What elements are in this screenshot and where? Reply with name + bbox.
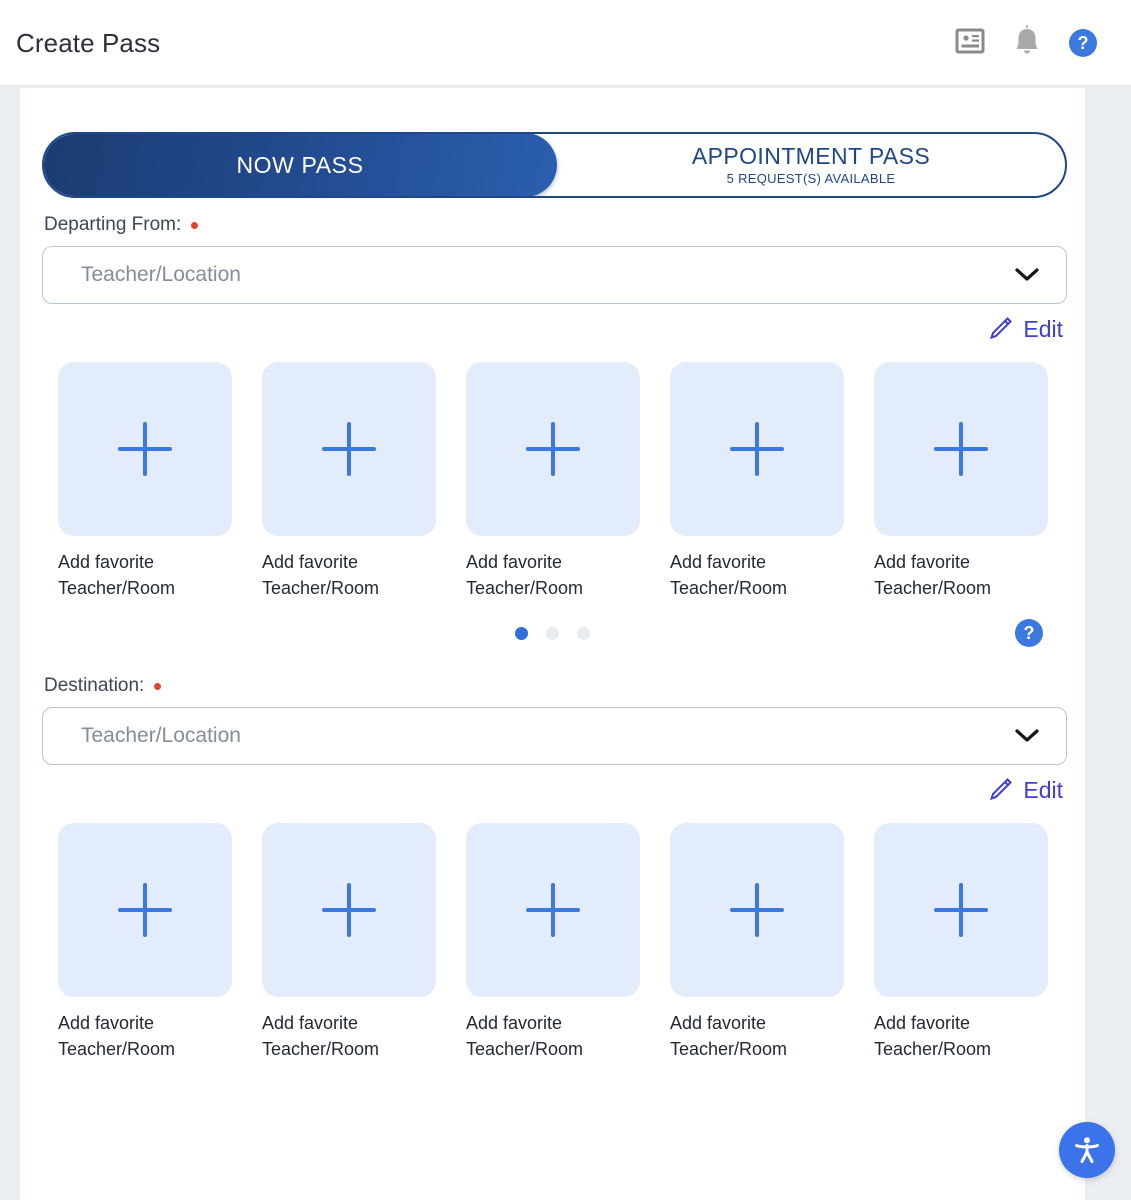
favorite-caption: Add favorite Teacher/Room — [466, 1013, 584, 1060]
chevron-down-icon — [1014, 728, 1040, 744]
favorite-caption: Add favorite Teacher/Room — [58, 552, 176, 599]
bell-icon — [1013, 24, 1041, 61]
favorite-slot: Add favorite Teacher/Room — [58, 362, 232, 601]
departing-from-label-row: Departing From: — [42, 214, 1063, 236]
favorite-slot: Add favorite Teacher/Room — [262, 362, 436, 601]
plus-icon — [526, 422, 580, 476]
add-favorite-tile[interactable] — [670, 823, 844, 998]
pass-type-toggle: NOW PASS APPOINTMENT PASS 5 REQUEST(S) A… — [42, 132, 1067, 198]
appointment-pass-sublabel: 5 REQUEST(S) AVAILABLE — [726, 171, 896, 187]
favorite-caption: Add favorite Teacher/Room — [58, 1013, 176, 1060]
id-card-button[interactable] — [955, 28, 985, 57]
departing-from-section: Departing From: Teacher/Location Edit Ad… — [42, 214, 1067, 659]
destination-favorites-grid: Add favorite Teacher/Room Add favorite T… — [42, 823, 1063, 1062]
add-favorite-tile[interactable] — [262, 362, 436, 536]
id-card-icon — [955, 28, 985, 57]
destination-edit-row: Edit — [42, 775, 1063, 805]
page-title: Create Pass — [16, 27, 161, 58]
carousel-dot-2[interactable] — [546, 626, 559, 640]
favorite-slot: Add favorite Teacher/Room — [670, 362, 844, 601]
destination-label-row: Destination: — [42, 675, 1063, 697]
notifications-button[interactable] — [1013, 24, 1041, 61]
appointment-pass-label: APPOINTMENT PASS — [691, 142, 931, 169]
favorite-slot: Add favorite Teacher/Room — [466, 823, 640, 1062]
favorites-help-button[interactable]: ? — [1015, 619, 1043, 648]
destination-edit-link[interactable]: Edit — [1023, 777, 1063, 804]
help-button[interactable]: ? — [1069, 28, 1097, 57]
add-favorite-tile[interactable] — [58, 823, 232, 998]
departing-from-edit-row: Edit — [42, 314, 1063, 344]
favorite-slot: Add favorite Teacher/Room — [262, 823, 436, 1062]
add-favorite-tile[interactable] — [262, 823, 436, 998]
now-pass-label: NOW PASS — [236, 151, 364, 178]
favorite-caption: Add favorite Teacher/Room — [262, 552, 380, 599]
create-pass-card: NOW PASS APPOINTMENT PASS 5 REQUEST(S) A… — [20, 88, 1085, 1200]
pencil-icon[interactable] — [985, 775, 1015, 805]
departing-from-value: Teacher/Location — [81, 263, 241, 286]
departing-from-select[interactable]: Teacher/Location — [42, 246, 1067, 304]
required-dot-icon — [154, 682, 162, 690]
favorite-caption: Add favorite Teacher/Room — [670, 552, 788, 599]
favorite-slot: Add favorite Teacher/Room — [58, 823, 232, 1062]
carousel-dot-3[interactable] — [577, 626, 590, 640]
app-header: Create Pass ? — [0, 0, 1131, 86]
plus-icon — [118, 883, 172, 938]
favorite-slot: Add favorite Teacher/Room — [874, 823, 1048, 1062]
plus-icon — [526, 883, 580, 938]
add-favorite-tile[interactable] — [670, 362, 844, 536]
pencil-icon[interactable] — [985, 314, 1015, 344]
departing-from-label: Departing From: — [44, 214, 182, 235]
plus-icon — [730, 883, 784, 938]
plus-icon — [322, 883, 376, 938]
tab-now-pass[interactable]: NOW PASS — [44, 134, 557, 196]
add-favorite-tile[interactable] — [874, 823, 1048, 998]
carousel-dots — [515, 626, 590, 640]
destination-label: Destination: — [44, 675, 145, 697]
accessibility-button[interactable] — [1059, 1122, 1115, 1178]
required-dot-icon — [191, 221, 199, 229]
accessibility-icon — [1071, 1133, 1103, 1168]
favorite-slot: Add favorite Teacher/Room — [670, 823, 844, 1062]
departing-carousel-controls: ? — [42, 607, 1063, 659]
favorite-caption: Add favorite Teacher/Room — [670, 1013, 788, 1060]
tab-appointment-pass[interactable]: APPOINTMENT PASS 5 REQUEST(S) AVAILABLE — [557, 134, 1065, 196]
plus-icon — [934, 422, 988, 476]
departing-from-edit-link[interactable]: Edit — [1023, 316, 1063, 343]
favorite-slot: Add favorite Teacher/Room — [466, 362, 640, 601]
carousel-dot-1[interactable] — [515, 626, 528, 640]
favorite-caption: Add favorite Teacher/Room — [874, 1013, 992, 1060]
favorite-caption: Add favorite Teacher/Room — [874, 552, 992, 599]
favorite-slot: Add favorite Teacher/Room — [874, 362, 1048, 601]
add-favorite-tile[interactable] — [466, 823, 640, 998]
favorite-caption: Add favorite Teacher/Room — [262, 1013, 380, 1060]
destination-select[interactable]: Teacher/Location — [42, 707, 1067, 766]
favorite-caption: Add favorite Teacher/Room — [466, 552, 584, 599]
plus-icon — [934, 883, 988, 938]
departing-favorites-grid: Add favorite Teacher/Room Add favorite T… — [42, 362, 1063, 601]
add-favorite-tile[interactable] — [874, 362, 1048, 536]
plus-icon — [730, 422, 784, 476]
add-favorite-tile[interactable] — [466, 362, 640, 536]
add-favorite-tile[interactable] — [58, 362, 232, 536]
plus-icon — [322, 422, 376, 476]
header-actions: ? — [955, 24, 1111, 61]
chevron-down-icon — [1014, 267, 1040, 283]
destination-value: Teacher/Location — [81, 724, 241, 748]
destination-section: Destination: Teacher/Location Edit Add f… — [42, 675, 1067, 1062]
plus-icon — [118, 422, 172, 476]
